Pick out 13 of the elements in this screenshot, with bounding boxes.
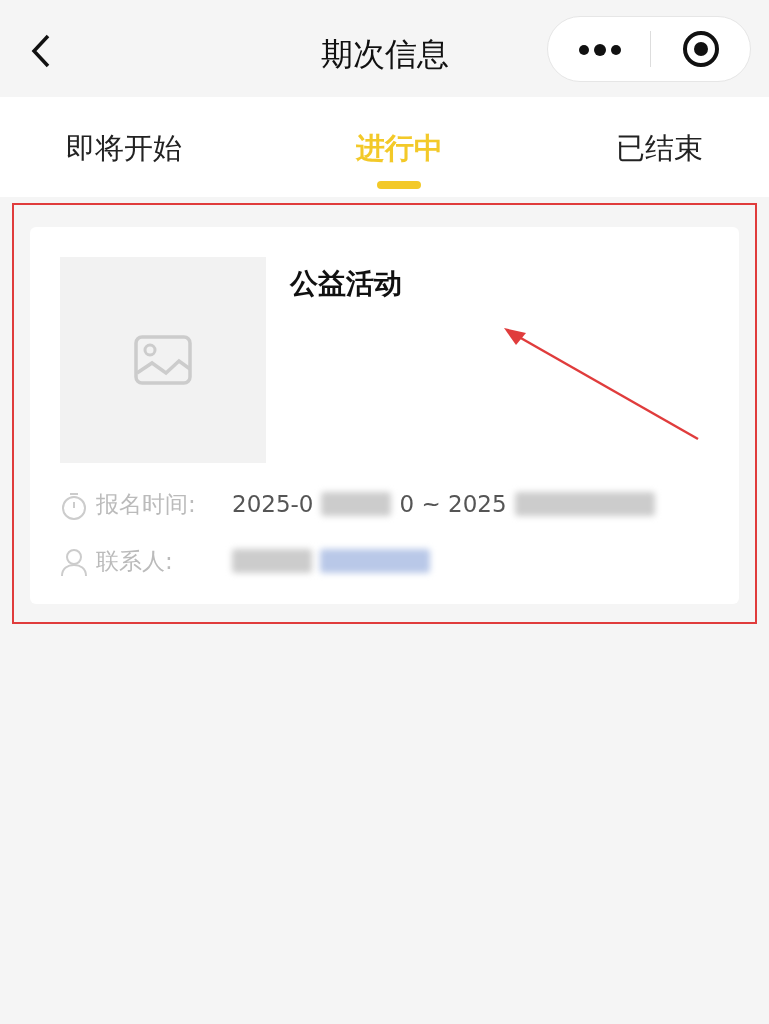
- contact-label: 联系人:: [96, 546, 174, 576]
- page-title: 期次信息: [320, 34, 449, 75]
- time-range: 0 ~ 2025: [399, 490, 507, 519]
- activity-title: 公益活动: [290, 266, 402, 302]
- back-icon[interactable]: [30, 34, 52, 68]
- tab[interactable]: 已结束: [616, 97, 703, 171]
- tab[interactable]: 即将开始: [66, 97, 182, 171]
- time-label: 报名时间:: [96, 490, 197, 519]
- redaction-blur: [321, 492, 392, 517]
- image-icon: [134, 335, 192, 385]
- time-start: 2025-0: [232, 490, 314, 519]
- close-icon[interactable]: [681, 29, 721, 69]
- activity-card[interactable]: 公益活动 报名时间: 2025-0 0 ~ 2025 联系人:: [30, 227, 739, 604]
